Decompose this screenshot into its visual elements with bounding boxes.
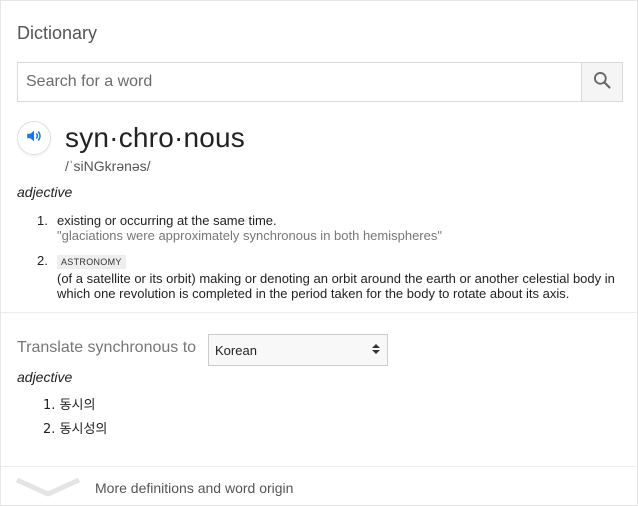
definition-number: 1. — [37, 213, 48, 228]
divider — [1, 312, 638, 313]
translation-item: 2. 동시성의 — [43, 422, 108, 437]
subject-tag: ASTRONOMY — [57, 255, 126, 269]
definition-item: 1. existing or occurring at the same tim… — [33, 213, 633, 243]
definition-example: "glaciations were approximately synchron… — [57, 228, 442, 243]
translate-label: Translate synchronous to — [17, 339, 197, 356]
chevron-down-icon — [15, 476, 81, 503]
definition-number: 2. — [37, 253, 48, 268]
card-title: Dictionary — [17, 23, 98, 43]
dictionary-card: Dictionary syn·chro·nous /ˈsiNGkrənəs/ a… — [0, 0, 638, 506]
definition-text: existing or occurring at the same time. — [57, 213, 277, 228]
translation-item: 1. 동시의 — [43, 398, 96, 413]
translation-part-of-speech: adjective — [17, 369, 73, 385]
select-arrows-icon — [371, 343, 381, 358]
definition-item: 2. ASTRONOMY (of a satellite or its orbi… — [33, 253, 633, 301]
search-input[interactable] — [18, 63, 581, 101]
translation-list: 1. 동시의 2. 동시성의 — [43, 394, 107, 442]
part-of-speech: adjective — [17, 184, 73, 200]
search-button[interactable] — [581, 63, 622, 101]
definition-list: 1. existing or occurring at the same tim… — [33, 213, 633, 310]
more-definitions-label: More definitions and word origin — [95, 480, 294, 496]
language-select[interactable]: Korean — [208, 334, 388, 366]
phonetic: /ˈsiNGkrənəs/ — [65, 158, 151, 174]
more-definitions-link[interactable]: More definitions and word origin — [1, 467, 638, 507]
speaker-icon — [25, 127, 43, 150]
selected-language: Korean — [215, 342, 257, 358]
search-icon — [592, 70, 612, 95]
pronunciation-button[interactable] — [17, 121, 51, 155]
definition-text: (of a satellite or its orbit) making or … — [57, 271, 615, 301]
search-box — [17, 62, 623, 102]
headword: syn·chro·nous — [65, 122, 246, 153]
